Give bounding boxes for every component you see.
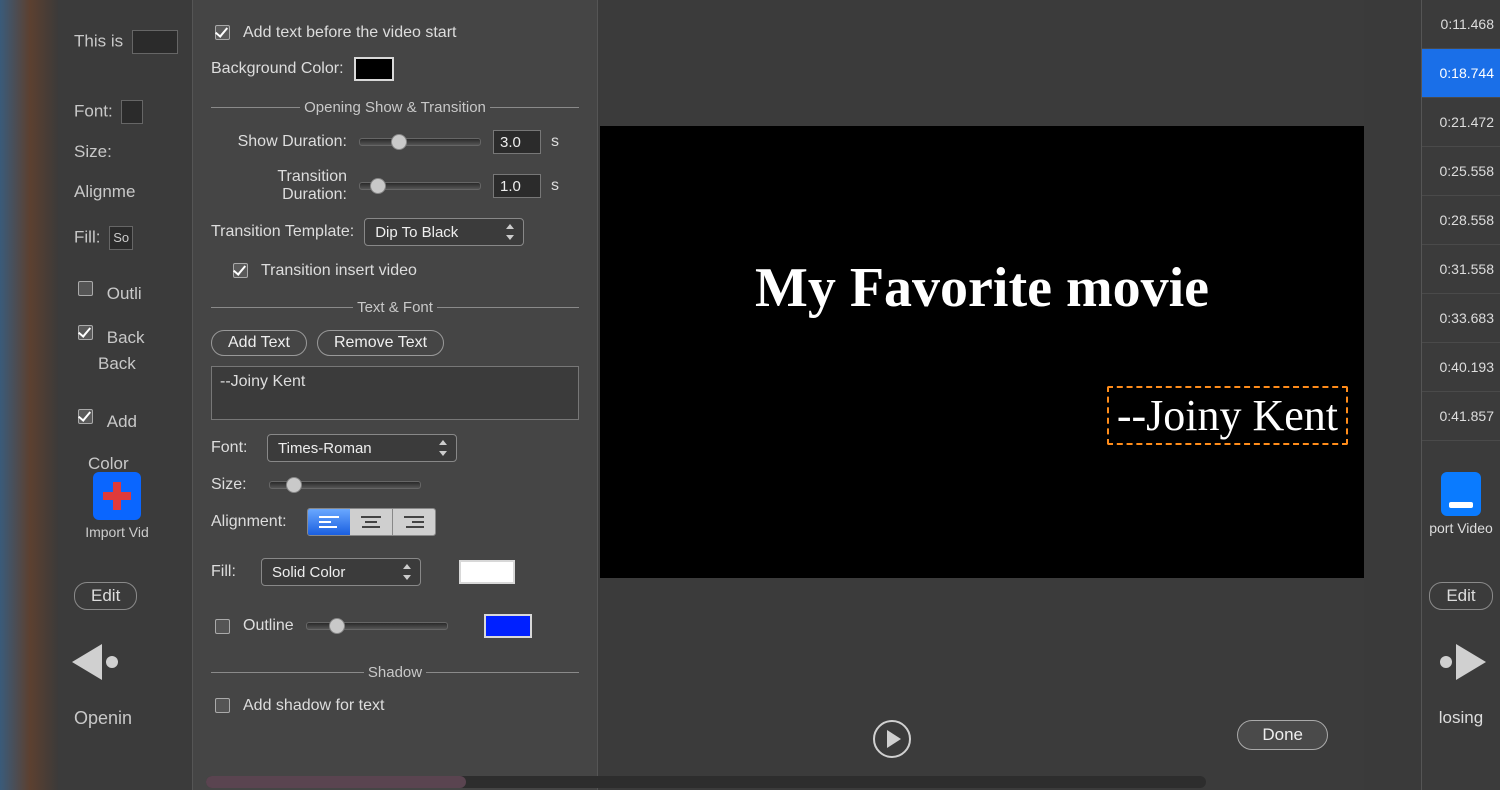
timestamp-cell[interactable]: 0:40.193 xyxy=(1422,343,1500,392)
import-plus-icon xyxy=(93,472,141,520)
text-content-input[interactable]: --Joiny Kent xyxy=(211,366,579,420)
align-right-icon[interactable] xyxy=(393,509,435,535)
align-center-icon[interactable] xyxy=(350,509,393,535)
export-video-label: port Video xyxy=(1428,520,1494,536)
show-duration-label: Show Duration: xyxy=(211,133,347,151)
add-shadow-checkbox[interactable] xyxy=(215,698,230,713)
back-label-2: Back xyxy=(98,354,136,374)
outline-checkbox-2[interactable] xyxy=(215,619,230,634)
outline-slider[interactable] xyxy=(306,622,448,630)
import-video-label: Import Vid xyxy=(72,524,162,540)
size-label-2: Size: xyxy=(211,476,257,494)
background-color-swatch[interactable] xyxy=(354,57,394,81)
transition-template-select[interactable]: Dip To Black xyxy=(364,218,524,246)
edit-button[interactable]: Edit xyxy=(74,582,137,610)
right-timestamp-panel: 0:11.4680:18.7440:21.4720:25.5580:28.558… xyxy=(1421,0,1500,790)
transition-duration-input[interactable] xyxy=(493,174,541,198)
fill-select[interactable]: Solid Color xyxy=(261,558,421,586)
play-button[interactable] xyxy=(873,720,911,758)
section-textfont-divider: Text & Font xyxy=(211,299,579,316)
outline-label-2: Outline xyxy=(243,617,294,635)
export-icon xyxy=(1441,472,1481,516)
timestamp-cell[interactable]: 0:28.558 xyxy=(1422,196,1500,245)
add-text-button[interactable]: Add Text xyxy=(211,330,307,356)
import-video-block[interactable]: Import Vid xyxy=(72,472,162,540)
select-arrows-icon xyxy=(400,562,414,582)
fill-label: Fill: xyxy=(74,227,100,246)
font-select-fragment[interactable] xyxy=(121,100,143,124)
transition-duration-slider[interactable] xyxy=(359,182,481,190)
font-select[interactable]: Times-Roman xyxy=(267,434,457,462)
preview-title-text[interactable]: My Favorite movie xyxy=(600,256,1364,320)
transition-insert-video-label: Transition insert video xyxy=(261,262,417,280)
select-arrows-icon xyxy=(436,438,450,458)
add-checkbox[interactable] xyxy=(78,409,93,424)
section-opening-divider: Opening Show & Transition xyxy=(211,99,579,116)
fill-label-2: Fill: xyxy=(211,563,251,581)
outline-label: Outli xyxy=(107,284,142,303)
background-color-label: Background Color: xyxy=(211,60,344,78)
color-label: Color xyxy=(88,454,129,474)
align-left-icon[interactable] xyxy=(308,509,350,535)
closing-label: losing xyxy=(1422,708,1500,728)
preview-text-input[interactable] xyxy=(132,30,178,54)
scrollbar-thumb[interactable] xyxy=(206,776,466,788)
prev-arrow-icon[interactable] xyxy=(72,644,102,680)
preview-text-fragment: This is xyxy=(74,31,123,50)
transition-template-label: Transition Template: xyxy=(211,223,354,241)
font-label-2: Font: xyxy=(211,439,257,457)
alignment-label-2: Alignment: xyxy=(211,513,297,531)
size-slider[interactable] xyxy=(269,481,421,489)
show-duration-input[interactable] xyxy=(493,130,541,154)
fill-select-fragment[interactable]: So xyxy=(109,226,133,250)
add-shadow-label: Add shadow for text xyxy=(243,697,384,715)
section-shadow-divider: Shadow xyxy=(211,664,579,681)
edit-button-right[interactable]: Edit xyxy=(1429,582,1492,610)
timestamp-cell[interactable]: 0:21.472 xyxy=(1422,98,1500,147)
font-label: Font: xyxy=(74,101,113,120)
timestamp-cell[interactable]: 0:33.683 xyxy=(1422,294,1500,343)
video-preview[interactable]: My Favorite movie --Joiny Kent xyxy=(600,126,1364,578)
alignment-label: Alignme xyxy=(74,182,135,202)
show-duration-slider[interactable] xyxy=(359,138,481,146)
size-label: Size: xyxy=(74,142,112,162)
timestamp-cell[interactable]: 0:25.558 xyxy=(1422,147,1500,196)
add-text-before-start-checkbox[interactable] xyxy=(215,25,230,40)
outline-color-swatch[interactable] xyxy=(484,614,532,638)
fill-color-swatch[interactable] xyxy=(459,560,515,584)
timestamp-cell[interactable]: 0:31.558 xyxy=(1422,245,1500,294)
timestamp-cell[interactable]: 0:41.857 xyxy=(1422,392,1500,441)
transition-duration-unit: s xyxy=(551,177,559,195)
add-label: Add xyxy=(107,412,137,431)
add-text-before-start-label: Add text before the video start xyxy=(243,24,456,42)
preview-author-text[interactable]: --Joiny Kent xyxy=(1107,386,1348,445)
back-checkbox[interactable] xyxy=(78,325,93,340)
remove-text-button[interactable]: Remove Text xyxy=(317,330,444,356)
next-arrow-icon[interactable] xyxy=(1456,644,1486,680)
horizontal-scrollbar[interactable] xyxy=(206,776,1206,788)
outline-checkbox[interactable] xyxy=(78,281,93,296)
select-arrows-icon xyxy=(503,222,517,242)
text-settings-popover: Add text before the video start Backgrou… xyxy=(192,0,598,790)
show-duration-unit: s xyxy=(551,133,559,151)
back-label-1: Back xyxy=(107,328,145,347)
export-video-block[interactable]: port Video xyxy=(1428,472,1494,536)
alignment-segmented[interactable] xyxy=(307,508,436,536)
done-button[interactable]: Done xyxy=(1237,720,1328,750)
transition-duration-label: Transition Duration: xyxy=(211,168,347,204)
editor-modal: This is Font: Size: Alignme Fill: So Out… xyxy=(58,0,1364,790)
opening-label: Openin xyxy=(74,708,132,729)
timestamp-cell[interactable]: 0:11.468 xyxy=(1422,0,1500,49)
transition-insert-video-checkbox[interactable] xyxy=(233,263,248,278)
timestamp-cell[interactable]: 0:18.744 xyxy=(1422,49,1500,98)
